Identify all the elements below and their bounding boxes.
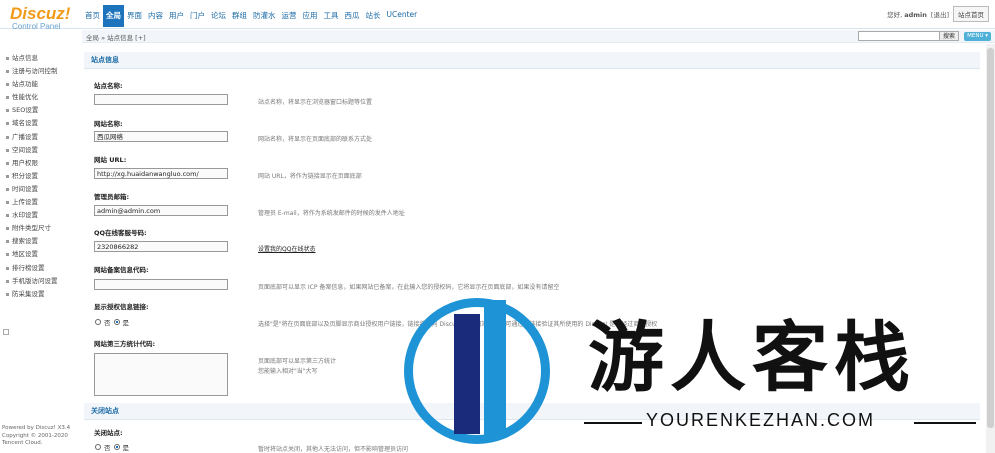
sidebar-item[interactable]: 防采集设置 bbox=[0, 288, 80, 301]
radio-no-label: 否 bbox=[104, 319, 111, 327]
sidebar-item[interactable]: 排行榜设置 bbox=[0, 262, 80, 275]
sidebar-item[interactable]: 时间设置 bbox=[0, 183, 80, 196]
sidebar-item[interactable]: 水印设置 bbox=[0, 209, 80, 222]
nav-item[interactable]: 全局 bbox=[103, 5, 124, 27]
nav-item[interactable]: 站长 bbox=[363, 8, 384, 27]
sidebar-item[interactable]: 地区设置 bbox=[0, 248, 80, 261]
radio-yes[interactable] bbox=[113, 444, 120, 450]
qq-status-link[interactable]: 设置我的QQ在线状态 bbox=[258, 244, 315, 253]
section-title-site-info: 站点信息 bbox=[84, 52, 980, 69]
sidebar-item[interactable]: SEO设置 bbox=[0, 104, 80, 117]
sidebar-item[interactable]: 注册与访问控制 bbox=[0, 65, 80, 78]
show-icp-label: 显示授权信息链接: bbox=[94, 303, 149, 311]
close-site-tip: 暂时将站点关闭，其他人无法访问，但不影响管理员访问 bbox=[258, 446, 409, 453]
stats-label: 网站第三方统计代码: bbox=[94, 340, 156, 348]
nav-item[interactable]: UCenter bbox=[384, 8, 421, 27]
admin-email-tip: 管理员 E-mail，将作为系统发邮件的时候的发件人地址 bbox=[258, 210, 405, 217]
logout-link[interactable]: [退出] bbox=[931, 9, 949, 19]
sidebar-item[interactable]: 空间设置 bbox=[0, 144, 80, 157]
nav-item[interactable]: 群组 bbox=[229, 8, 250, 27]
show-icp-radio: 否 是 bbox=[95, 317, 129, 327]
footer-line: Powered by Discuz! X3.4 bbox=[2, 425, 71, 431]
qq-label: QQ在线客服号码: bbox=[94, 229, 147, 237]
nav-item[interactable]: 界面 bbox=[124, 8, 145, 27]
sidebar-item[interactable]: 手机版访问设置 bbox=[0, 275, 80, 288]
nav-item[interactable]: 用户 bbox=[166, 8, 187, 27]
nav-item[interactable]: 运营 bbox=[279, 8, 300, 27]
sidebar: 站点信息 注册与访问控制 站点功能 性能优化 SEO设置 域名设置 广播设置 空间设置 用户权限… bbox=[0, 52, 80, 301]
radio-no[interactable] bbox=[95, 444, 101, 450]
site-name-tip: 站点名称，将显示在浏览器窗口标题等位置 bbox=[258, 99, 373, 106]
site-home-button[interactable]: 站点首页 bbox=[953, 6, 989, 22]
radio-no[interactable] bbox=[95, 319, 101, 325]
web-name-tip: 网站名称，将显示在页面底部的联系方式处 bbox=[258, 136, 373, 143]
web-url-tip: 网站 URL，将作为链接显示在页面底部 bbox=[258, 173, 362, 180]
sidebar-item[interactable]: 性能优化 bbox=[0, 91, 80, 104]
nav-item[interactable]: 门户 bbox=[187, 8, 208, 27]
watermark-logo-bar bbox=[484, 300, 506, 436]
radio-no-label: 否 bbox=[104, 444, 111, 452]
watermark-text: 游人客栈 bbox=[588, 313, 916, 402]
stats-textarea[interactable] bbox=[94, 353, 228, 396]
web-url-label: 网站 URL: bbox=[94, 156, 127, 164]
stats-tip-1: 页面底部可以显示第三方统计 bbox=[258, 358, 337, 365]
watermark-divider bbox=[914, 422, 976, 424]
icp-input[interactable] bbox=[94, 279, 228, 290]
sidebar-item[interactable]: 搜索设置 bbox=[0, 235, 80, 248]
close-site-label: 关闭站点: bbox=[94, 429, 123, 437]
web-name-label: 网站名称: bbox=[94, 120, 123, 128]
sidebar-item[interactable]: 上传设置 bbox=[0, 196, 80, 209]
qq-input[interactable]: 2320866282 bbox=[94, 241, 228, 252]
user-box: 您好, admin [退出] 站点首页 bbox=[887, 6, 989, 22]
menu-button[interactable]: MENU ▾ bbox=[964, 32, 991, 41]
search-input[interactable] bbox=[858, 31, 940, 41]
icp-label: 网站备案信息代码: bbox=[94, 266, 149, 274]
nav-item[interactable]: 首页 bbox=[82, 8, 103, 27]
footer-line: Tencent Cloud. bbox=[2, 440, 43, 446]
watermark-divider bbox=[584, 422, 642, 424]
sidebar-item[interactable]: 站点信息 bbox=[0, 52, 80, 65]
sidebar-toggle-icon[interactable] bbox=[3, 329, 9, 335]
search-button[interactable]: 搜索 bbox=[938, 31, 959, 41]
watermark-url: YOURENKEZHAN.COM bbox=[646, 410, 876, 430]
sidebar-item[interactable]: 域名设置 bbox=[0, 117, 80, 130]
radio-yes[interactable] bbox=[113, 319, 120, 325]
footer: Powered by Discuz! X3.4 Copyright © 2001… bbox=[2, 425, 70, 448]
sidebar-item[interactable]: 附件类型尺寸 bbox=[0, 222, 80, 235]
web-url-input[interactable]: http://xg.huaidanwangluo.com/ bbox=[94, 168, 228, 179]
sidebar-item[interactable]: 用户权限 bbox=[0, 157, 80, 170]
logo-title: Discuz! bbox=[10, 4, 71, 23]
sub-bar: 全局 » 站点信息 [+] 搜索 MENU ▾ bbox=[82, 30, 995, 43]
radio-yes-label: 是 bbox=[122, 444, 130, 452]
nav-item[interactable]: 论坛 bbox=[208, 8, 229, 27]
nav-item[interactable]: 应用 bbox=[300, 8, 321, 27]
watermark-logo-bar bbox=[454, 314, 480, 434]
watermark: 游人客栈 YOURENKEZHAN.COM bbox=[402, 292, 992, 453]
logo-subtitle: Control Panel bbox=[12, 22, 61, 31]
stats-tip-2: 您能输入相对"当"大写 bbox=[258, 368, 318, 375]
footer-line: Copyright © 2001-2020 bbox=[2, 432, 68, 439]
web-name-input[interactable]: 西瓜网络 bbox=[94, 131, 228, 142]
breadcrumb: 全局 » 站点信息 [+] bbox=[86, 34, 146, 42]
nav-item[interactable]: 西瓜 bbox=[342, 8, 363, 27]
nav-item[interactable]: 工具 bbox=[321, 8, 342, 27]
sidebar-item[interactable]: 广播设置 bbox=[0, 131, 80, 144]
nav-item[interactable]: 防灌水 bbox=[250, 8, 279, 27]
nav-item[interactable]: 内容 bbox=[145, 8, 166, 27]
radio-yes-label: 是 bbox=[122, 319, 130, 327]
site-name-input[interactable] bbox=[94, 94, 228, 105]
sidebar-item[interactable]: 站点功能 bbox=[0, 78, 80, 91]
sidebar-item[interactable]: 积分设置 bbox=[0, 170, 80, 183]
main-nav: 首页 全局 界面 内容 用户 门户 论坛 群组 防灌水 运营 应用 工具 西瓜 站长 UCenter bbox=[82, 5, 421, 27]
close-site-radio: 否 是 bbox=[95, 442, 129, 452]
site-name-label: 站点名称: bbox=[94, 82, 123, 90]
admin-email-label: 管理员邮箱: bbox=[94, 193, 130, 201]
logo[interactable]: Discuz! Control Panel bbox=[10, 5, 70, 31]
top-bar: Discuz! Control Panel 首页 全局 界面 内容 用户 门户 论坛 群组 防灌… bbox=[0, 0, 995, 31]
icp-tip: 页面底部可以显示 ICP 备案信息，如果网站已备案，在此输入您的授权码，它将显示… bbox=[258, 284, 560, 291]
user-greeting: 您好, admin bbox=[887, 11, 927, 19]
admin-email-input[interactable]: admin@admin.com bbox=[94, 205, 228, 216]
